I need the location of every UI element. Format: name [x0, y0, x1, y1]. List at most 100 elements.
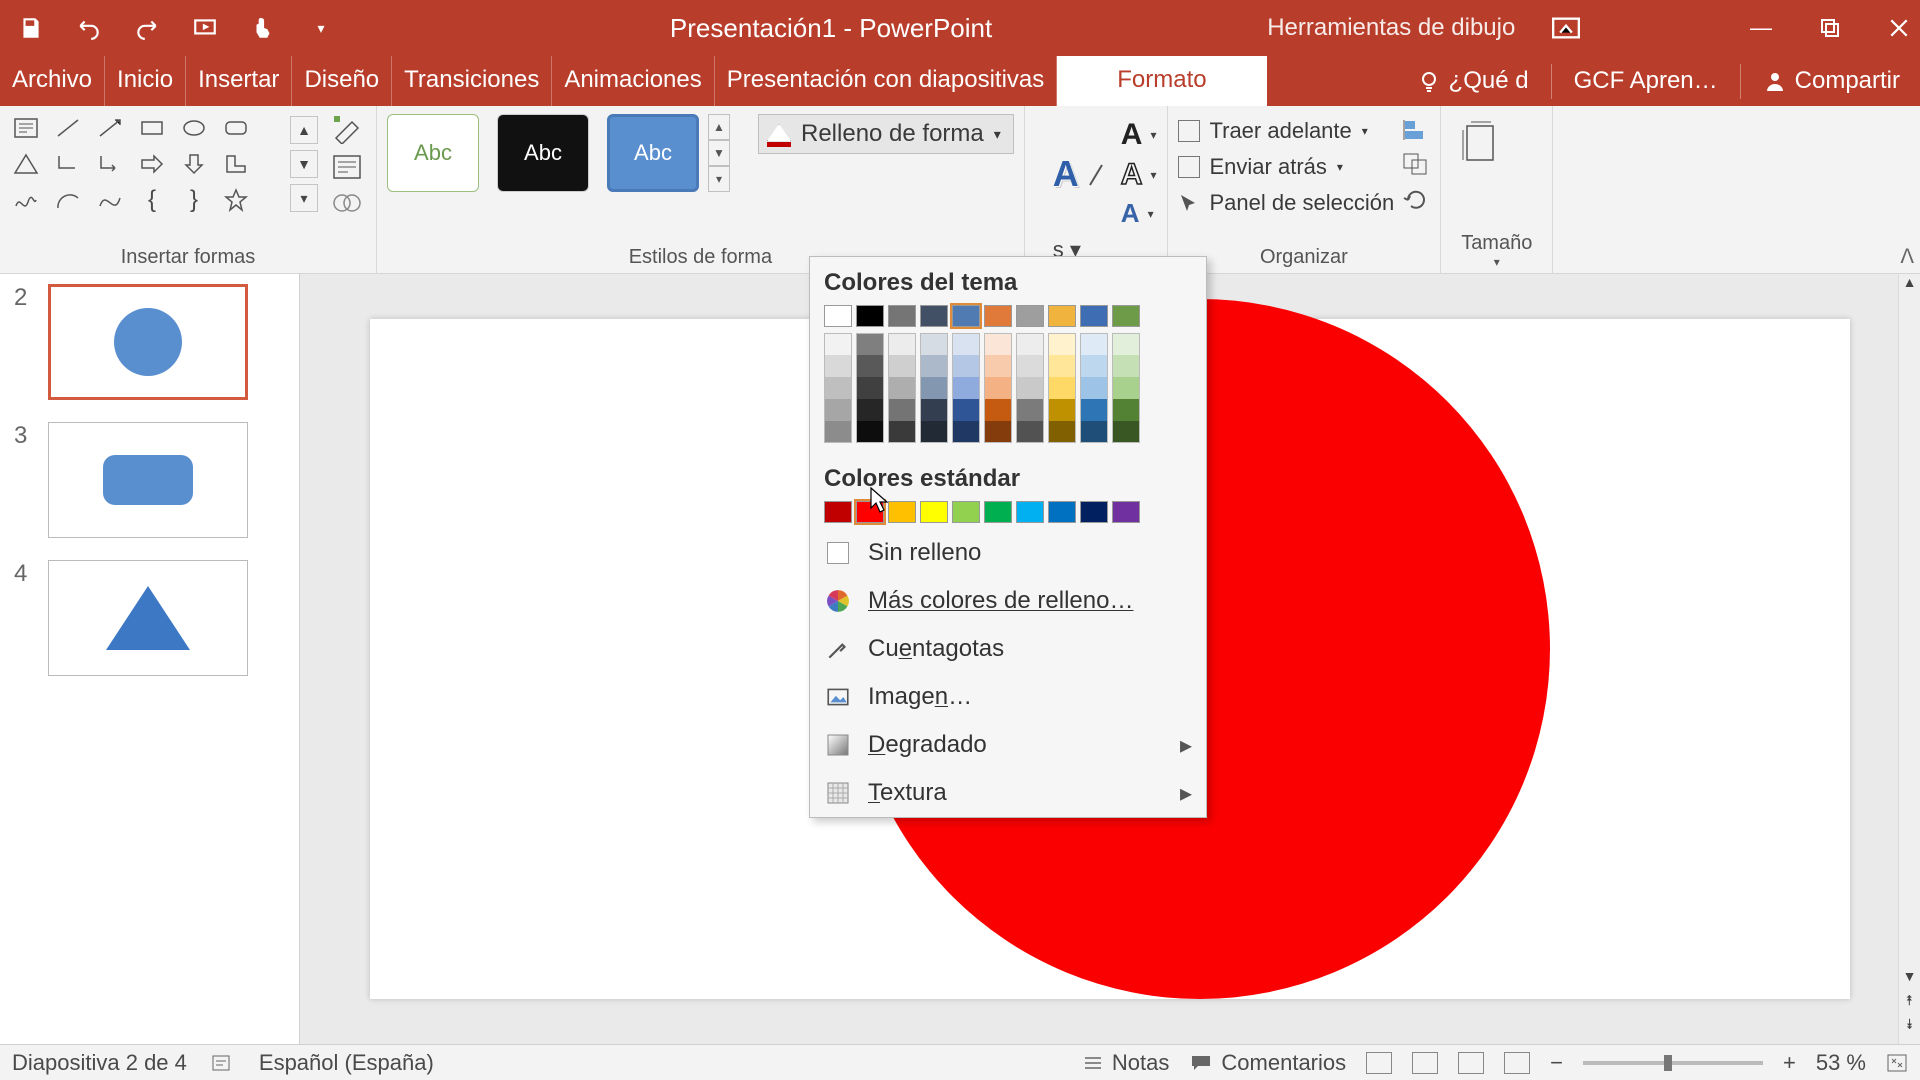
theme-tint-swatch[interactable]	[1016, 399, 1044, 421]
standard-color-swatch[interactable]	[888, 501, 916, 523]
style-thumb-2[interactable]: Abc	[497, 114, 589, 192]
shapes-scroll-up-icon[interactable]: ▲	[290, 116, 318, 144]
account-name[interactable]: GCF Apren…	[1564, 67, 1728, 95]
standard-color-swatch[interactable]	[856, 501, 884, 523]
roundrect-icon[interactable]	[220, 114, 252, 142]
slide-sorter-view-icon[interactable]	[1412, 1052, 1438, 1074]
collapse-ribbon-icon[interactable]: ᐱ	[1900, 244, 1914, 269]
theme-tint-swatch[interactable]	[824, 421, 852, 443]
share-button[interactable]: Compartir	[1753, 67, 1910, 95]
theme-tint-swatch[interactable]	[1048, 377, 1076, 399]
tab-design[interactable]: Diseño	[292, 56, 392, 106]
touch-mode-icon[interactable]	[248, 13, 278, 43]
vertical-scrollbar[interactable]: ▲ ▼ ⯭ ⯯	[1898, 274, 1920, 1044]
theme-tint-swatch[interactable]	[1112, 399, 1140, 421]
theme-color-swatch[interactable]	[1080, 305, 1108, 327]
ribbon-display-options-icon[interactable]	[1552, 17, 1580, 39]
theme-tint-swatch[interactable]	[920, 399, 948, 421]
standard-color-swatch[interactable]	[1048, 501, 1076, 523]
slideshow-icon[interactable]	[190, 13, 220, 43]
picture-fill-item[interactable]: Imagen…	[810, 673, 1206, 721]
prev-slide-icon[interactable]: ⯭	[1899, 992, 1920, 1016]
undo-icon[interactable]	[74, 13, 104, 43]
theme-color-swatch[interactable]	[1112, 305, 1140, 327]
text-fill-icon[interactable]: A	[1121, 118, 1143, 152]
brace-left-icon[interactable]: {	[136, 186, 168, 214]
theme-tint-swatch[interactable]	[1080, 333, 1108, 355]
edit-shape-icon[interactable]	[332, 114, 366, 144]
selection-pane-button[interactable]: Panel de selección	[1178, 190, 1395, 216]
theme-tint-swatch[interactable]	[856, 399, 884, 421]
line-icon[interactable]	[52, 114, 84, 142]
theme-tint-swatch[interactable]	[1080, 421, 1108, 443]
save-icon[interactable]	[16, 13, 46, 43]
zoom-in-icon[interactable]: +	[1783, 1050, 1796, 1076]
slide-thumbnail[interactable]: 4	[14, 560, 285, 676]
shape-fill-button[interactable]: Relleno de forma ▾	[758, 114, 1014, 154]
theme-tint-swatch[interactable]	[952, 377, 980, 399]
merge-shapes-icon[interactable]	[332, 190, 366, 216]
theme-tint-swatch[interactable]	[888, 333, 916, 355]
theme-color-swatch[interactable]	[984, 305, 1012, 327]
tell-me[interactable]: ¿Qué d	[1407, 67, 1539, 95]
shapes-more-icon[interactable]: ▾	[290, 184, 318, 212]
tab-format[interactable]: Formato	[1057, 56, 1266, 106]
standard-color-swatch[interactable]	[1016, 501, 1044, 523]
theme-tint-swatch[interactable]	[1112, 355, 1140, 377]
maximize-icon[interactable]	[1820, 18, 1840, 38]
standard-color-swatch[interactable]	[824, 501, 852, 523]
theme-tint-swatch[interactable]	[1016, 333, 1044, 355]
zoom-level[interactable]: 53 %	[1816, 1050, 1866, 1076]
theme-tint-swatch[interactable]	[920, 421, 948, 443]
standard-color-swatch[interactable]	[1112, 501, 1140, 523]
slide-counter[interactable]: Diapositiva 2 de 4	[12, 1050, 187, 1076]
theme-tint-swatch[interactable]	[1080, 355, 1108, 377]
theme-tint-swatch[interactable]	[1016, 377, 1044, 399]
theme-tint-swatch[interactable]	[984, 333, 1012, 355]
language-status[interactable]: Español (España)	[259, 1050, 434, 1076]
text-effects-icon[interactable]: A	[1121, 198, 1140, 229]
theme-tint-swatch[interactable]	[1080, 377, 1108, 399]
texture-fill-item[interactable]: Textura ▸	[810, 769, 1206, 817]
theme-tint-swatch[interactable]	[856, 333, 884, 355]
comments-button[interactable]: Comentarios	[1189, 1050, 1346, 1076]
style-scroll-up-icon[interactable]: ▲	[708, 114, 730, 140]
wordart-big-a-icon[interactable]: A	[1053, 153, 1079, 195]
eyedropper-item[interactable]: Cuentagotas	[810, 625, 1206, 673]
spellcheck-icon[interactable]	[211, 1052, 235, 1074]
star-icon[interactable]	[220, 186, 252, 214]
theme-color-swatch[interactable]	[888, 305, 916, 327]
standard-color-swatch[interactable]	[952, 501, 980, 523]
theme-tint-swatch[interactable]	[1112, 333, 1140, 355]
bring-forward-button[interactable]: Traer adelante▾	[1178, 118, 1395, 144]
theme-tint-swatch[interactable]	[1048, 399, 1076, 421]
tab-slideshow[interactable]: Presentación con diapositivas	[715, 56, 1058, 106]
tab-transitions[interactable]: Transiciones	[392, 56, 552, 106]
zoom-slider[interactable]	[1583, 1061, 1763, 1065]
theme-tint-swatch[interactable]	[1016, 421, 1044, 443]
arrow-right-icon[interactable]	[136, 150, 168, 178]
lshape-icon[interactable]	[220, 150, 252, 178]
theme-tint-swatch[interactable]	[984, 377, 1012, 399]
theme-tint-swatch[interactable]	[952, 355, 980, 377]
fit-to-window-icon[interactable]	[1886, 1053, 1908, 1073]
no-fill-item[interactable]: Sin relleno	[810, 529, 1206, 577]
shapes-gallery[interactable]: { }	[10, 114, 278, 216]
rectangle-icon[interactable]	[136, 114, 168, 142]
theme-tint-swatch[interactable]	[952, 399, 980, 421]
gradient-fill-item[interactable]: Degradado ▸	[810, 721, 1206, 769]
redo-icon[interactable]	[132, 13, 162, 43]
reading-view-icon[interactable]	[1458, 1052, 1484, 1074]
theme-tint-swatch[interactable]	[824, 377, 852, 399]
theme-tint-swatch[interactable]	[1048, 421, 1076, 443]
shapes-scroll-down-icon[interactable]: ▼	[290, 150, 318, 178]
theme-color-swatch[interactable]	[824, 305, 852, 327]
theme-color-swatch[interactable]	[920, 305, 948, 327]
theme-tint-swatch[interactable]	[984, 399, 1012, 421]
theme-color-swatch[interactable]	[856, 305, 884, 327]
theme-tint-swatch[interactable]	[824, 355, 852, 377]
theme-tint-swatch[interactable]	[856, 377, 884, 399]
curve-icon[interactable]	[94, 186, 126, 214]
zoom-out-icon[interactable]: −	[1550, 1050, 1563, 1076]
scroll-down-icon[interactable]: ▼	[1899, 968, 1920, 992]
